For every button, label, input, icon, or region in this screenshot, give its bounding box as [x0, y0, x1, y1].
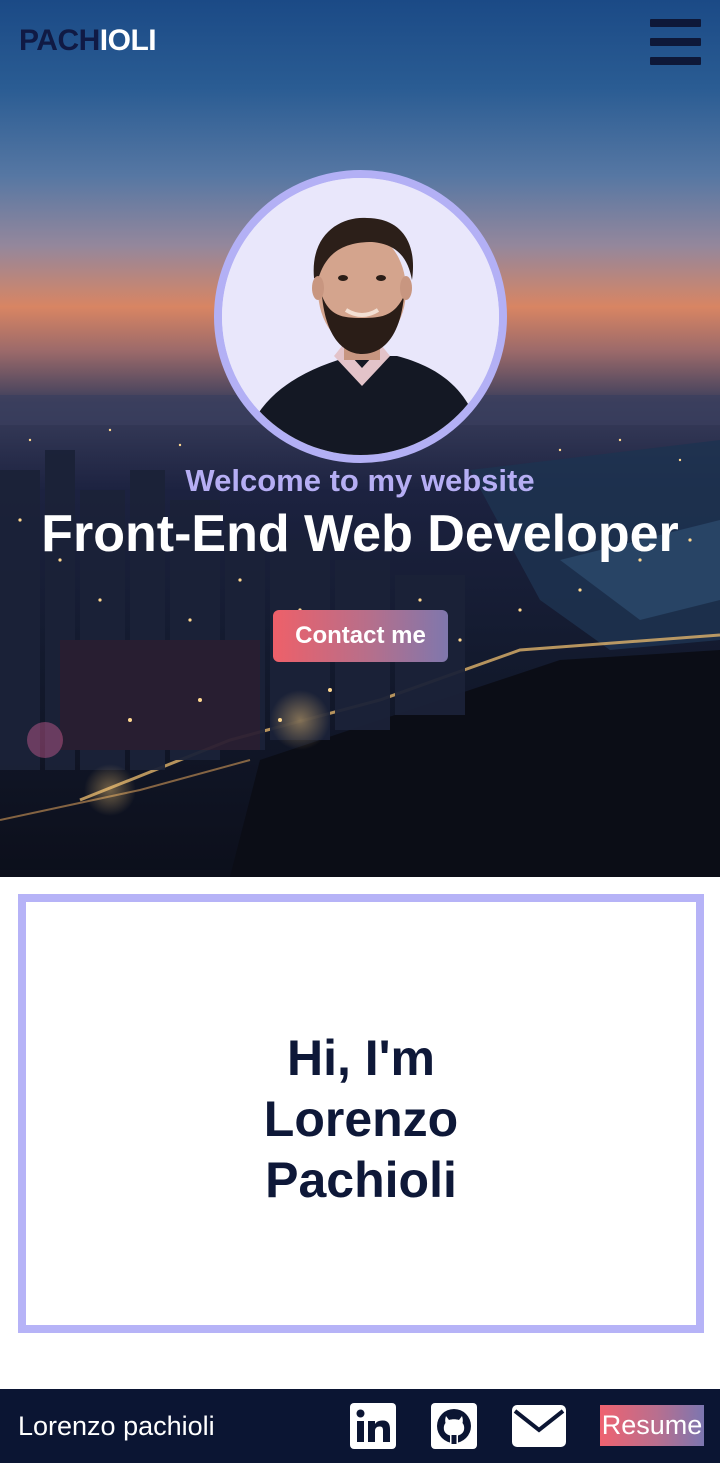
hero-title: Front-End Web Developer: [41, 505, 679, 563]
logo-part-2: IOLI: [99, 24, 157, 57]
profile-photo: [222, 178, 499, 455]
hamburger-menu-icon[interactable]: [650, 19, 701, 65]
hero-section: PACHIOLI Welcome to my website Front-End…: [0, 0, 720, 877]
intro-line-1: Hi, I'm: [286, 1030, 436, 1086]
intro-card: Hi, I'm Lorenzo Pachioli: [18, 894, 704, 1333]
footer: Lorenzo pachioli Resume: [0, 1389, 720, 1463]
logo-part-1: PACH: [19, 24, 100, 57]
intro-line-3: Pachioli: [265, 1152, 457, 1208]
welcome-text: Welcome to my website: [185, 463, 535, 498]
intro-line-2: Lorenzo: [263, 1091, 459, 1147]
resume-button[interactable]: Resume: [600, 1405, 704, 1446]
footer-name: Lorenzo pachioli: [18, 1411, 215, 1441]
avatar: [214, 170, 507, 463]
site-logo[interactable]: PACHIOLI: [19, 24, 157, 58]
linkedin-icon[interactable]: [349, 1402, 397, 1450]
email-icon[interactable]: [511, 1404, 567, 1448]
intro-heading: Hi, I'm Lorenzo Pachioli: [26, 1028, 696, 1211]
contact-me-button[interactable]: Contact me: [273, 610, 448, 662]
github-icon[interactable]: [430, 1402, 478, 1450]
